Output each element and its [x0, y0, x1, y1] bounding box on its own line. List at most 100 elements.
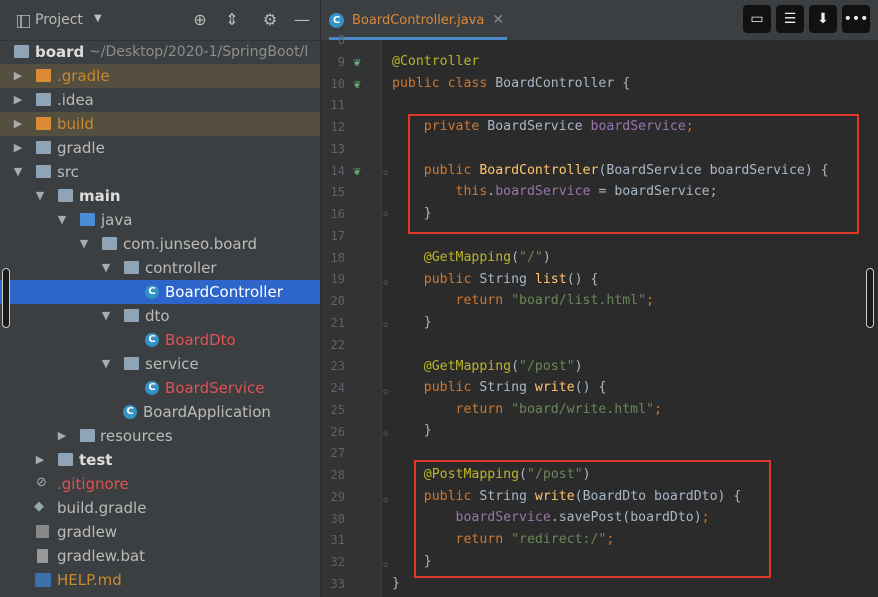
code-token: ;	[646, 293, 655, 308]
highlight-box-constructor	[408, 114, 859, 234]
tree-item-board[interactable]: board ~/Desktop/2020-1/SpringBoot/l	[0, 40, 320, 64]
tree-item-help-md[interactable]: HELP.md	[0, 568, 320, 592]
tree-item-boardcontroller[interactable]: C BoardController	[0, 280, 320, 304]
chevron-down-icon[interactable]: ▼	[78, 232, 90, 256]
chevron-down-icon[interactable]: ▼	[56, 208, 68, 232]
code-token: () {	[574, 380, 607, 395]
tree-item-gitignore[interactable]: ⊘ .gitignore	[0, 472, 320, 496]
code-token: "board/list.html"	[511, 293, 647, 308]
chevron-down-icon[interactable]: ▼	[100, 304, 112, 328]
project-window-icon	[16, 13, 31, 29]
tree-item-boardservice[interactable]: C BoardService	[0, 376, 320, 400]
tree-item-label: service	[145, 355, 199, 373]
spring-bean-gutter-icon[interactable]: ❦	[353, 77, 365, 92]
line-number: 8	[337, 33, 345, 47]
code-token: )	[542, 250, 551, 265]
code-line-9: @Controller	[392, 51, 479, 73]
tree-item-boardapplication[interactable]: C BoardApplication	[0, 400, 320, 424]
tree-item-label: resources	[100, 427, 173, 445]
fold-icon[interactable]: ◇	[383, 560, 389, 570]
fold-icon[interactable]: ◇	[383, 387, 389, 397]
tree-item-label: board	[35, 43, 85, 61]
line-number: 27	[330, 446, 345, 461]
line-number: 23	[330, 359, 345, 374]
line-number: 20	[330, 294, 345, 308]
folder-icon	[36, 141, 51, 154]
code-editor[interactable]: 8 9 10 11 12 13 14 15 16 17 18 19 20 21 22 23 24 25 26 27 28…	[321, 33, 878, 597]
tree-item-service[interactable]: ▼ service	[0, 352, 320, 376]
tab-boardcontroller-java[interactable]: C BoardController.java ✕	[329, 6, 507, 40]
tree-item-gradlew-bat[interactable]: gradlew.bat	[0, 544, 320, 568]
chevron-right-icon[interactable]: ▶	[56, 424, 68, 448]
project-view-title[interactable]: Project	[35, 12, 83, 28]
hide-icon[interactable]: —	[292, 10, 312, 30]
code-token: list	[534, 272, 567, 287]
more-icon[interactable]: •••	[842, 5, 870, 33]
tree-item-test[interactable]: ▶ test	[0, 448, 320, 472]
tree-item-label: gradle	[57, 139, 105, 157]
spring-autowire-gutter-icon[interactable]: ❦	[353, 164, 365, 179]
code-token: (	[511, 359, 520, 374]
fold-icon[interactable]: ◇	[383, 209, 389, 219]
comment-icon[interactable]: ▭	[743, 5, 771, 33]
source-root-folder-icon	[80, 213, 95, 226]
download-icon[interactable]: ⬇	[809, 5, 837, 33]
text-file-icon	[37, 549, 48, 563]
chevron-right-icon[interactable]: ▶	[12, 136, 24, 160]
fold-icon[interactable]: ◇	[383, 320, 389, 330]
tree-item-label: .idea	[57, 91, 94, 109]
fold-icon[interactable]: ◇	[383, 168, 389, 178]
close-icon[interactable]: ✕	[492, 12, 504, 28]
java-class-icon: C	[145, 285, 159, 299]
tree-item-build-gradle[interactable]: ◆ build.gradle	[0, 496, 320, 520]
fold-icon[interactable]: ◇	[383, 495, 389, 505]
tree-item-controller[interactable]: ▼ controller	[0, 256, 320, 280]
tree-item-java[interactable]: ▼ java	[0, 208, 320, 232]
code-token: (	[511, 250, 520, 265]
fold-icon[interactable]: ◇	[383, 429, 389, 439]
chevron-right-icon[interactable]: ▶	[12, 88, 24, 112]
collapse-all-icon[interactable]: ⇕	[222, 10, 242, 30]
tree-item-package[interactable]: ▼ com.junseo.board	[0, 232, 320, 256]
chevron-down-icon[interactable]: ▼	[94, 13, 102, 24]
resources-folder-icon	[80, 429, 95, 442]
spring-boot-class-icon: C	[123, 405, 137, 419]
spring-bean-gutter-icon[interactable]: ❦	[353, 55, 365, 70]
code-token: "/"	[519, 250, 543, 265]
fold-icon[interactable]: ◇	[383, 278, 389, 288]
right-resize-handle[interactable]	[866, 268, 874, 328]
java-class-icon: C	[145, 333, 159, 347]
chevron-down-icon[interactable]: ▼	[12, 160, 24, 184]
locate-icon[interactable]: ⊕	[190, 10, 210, 30]
chevron-down-icon[interactable]: ▼	[34, 184, 46, 208]
tree-item-build-dir[interactable]: ▶ build	[0, 112, 320, 136]
structure-icon[interactable]: ☰	[776, 5, 804, 33]
code-token: @GetMapping	[392, 359, 512, 374]
tree-item-gradlew[interactable]: gradlew	[0, 520, 320, 544]
tree-item-gradle[interactable]: ▶ gradle	[0, 136, 320, 160]
tree-item-idea[interactable]: ▶ .idea	[0, 88, 320, 112]
tree-item-label: gradlew	[57, 523, 118, 541]
ignore-file-icon: ⊘	[36, 475, 47, 490]
chevron-right-icon[interactable]: ▶	[12, 64, 24, 88]
tree-item-src[interactable]: ▼ src	[0, 160, 320, 184]
code-line-10: public class BoardController {	[392, 73, 630, 95]
tree-item-main[interactable]: ▼ main	[0, 184, 320, 208]
java-class-icon: C	[145, 381, 159, 395]
chevron-right-icon[interactable]: ▶	[34, 448, 46, 472]
code-token: public	[392, 380, 480, 395]
code-token: public class	[392, 76, 496, 91]
tree-item-dto[interactable]: ▼ dto	[0, 304, 320, 328]
package-icon	[124, 261, 139, 274]
tree-item-gradle-dir[interactable]: ▶ .gradle	[0, 64, 320, 88]
gear-icon[interactable]: ⚙	[260, 10, 280, 30]
folder-icon	[36, 93, 51, 106]
line-number: 25	[330, 402, 345, 417]
tree-item-boarddto[interactable]: C BoardDto	[0, 328, 320, 352]
chevron-down-icon[interactable]: ▼	[100, 352, 112, 376]
chevron-down-icon[interactable]: ▼	[100, 256, 112, 280]
tree-item-label: build.gradle	[57, 499, 147, 517]
chevron-right-icon[interactable]: ▶	[12, 112, 24, 136]
tree-item-resources[interactable]: ▶ resources	[0, 424, 320, 448]
left-resize-handle[interactable]	[2, 268, 10, 328]
